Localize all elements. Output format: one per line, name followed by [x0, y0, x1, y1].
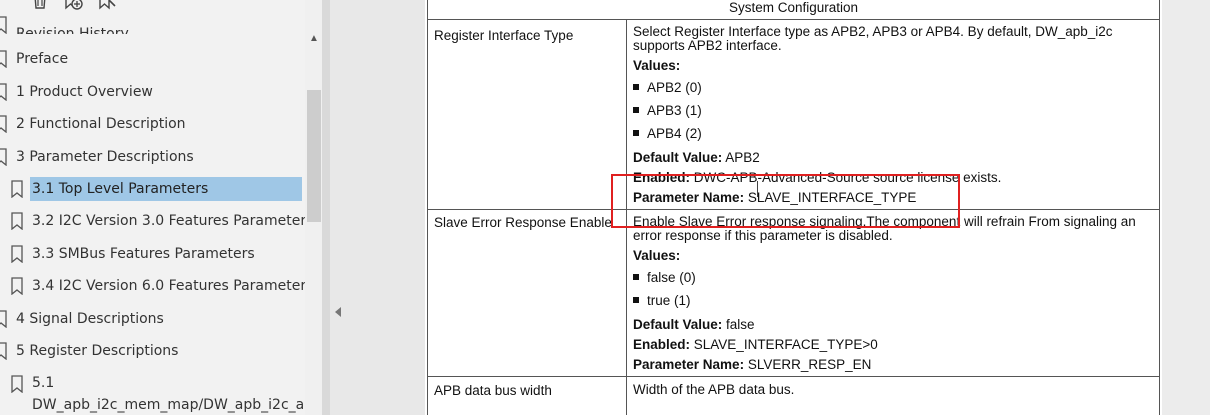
table-header-row: System Configuration	[427, 0, 1160, 20]
bookmark-smbus-features[interactable]: 3.3 SMBus Features Parameters	[10, 241, 255, 267]
bookmark-icon	[11, 212, 23, 230]
trash-icon[interactable]	[30, 0, 50, 10]
bookmark-i2c-v6-features[interactable]: 3.4 I2C Version 6.0 Features Parameters	[10, 273, 313, 299]
bookmark-icon	[0, 16, 7, 34]
bookmark-parameter-descriptions[interactable]: 3 Parameter Descriptions	[0, 144, 194, 170]
default-value: APB2	[725, 150, 760, 165]
enabled-line: Enabled: SLAVE_INTERFACE_TYPE>0	[633, 338, 1153, 352]
default-value: false	[726, 317, 755, 332]
parameter-name-line: Parameter Name: SLVERR_RESP_EN	[633, 358, 1153, 372]
parameter-name-value: SLVERR_RESP_EN	[747, 357, 872, 372]
table-row: APB data bus width Width of the APB data…	[427, 376, 1160, 415]
list-item: true (1)	[633, 289, 1153, 312]
parameter-description-cell: Width of the APB data bus.	[626, 376, 1160, 415]
bookmark-label: 3.4 I2C Version 6.0 Features Parameters	[32, 278, 314, 294]
bookmark-label: 3.1 Top Level Parameters	[30, 177, 302, 201]
bookmark-icon	[0, 115, 7, 133]
bookmark-functional-description[interactable]: 2 Functional Description	[0, 111, 186, 137]
bookmark-product-overview[interactable]: 1 Product Overview	[0, 79, 153, 105]
bookmark-icon	[11, 375, 23, 393]
bookmark-label: Preface	[16, 51, 69, 67]
list-item: APB2 (0)	[633, 76, 1153, 99]
values-label: Values:	[633, 58, 681, 73]
bookmark-label: 4 Signal Descriptions	[16, 311, 164, 327]
bookmark-label: 3.3 SMBus Features Parameters	[32, 246, 255, 262]
bookmark-i2c-v3-features[interactable]: 3.2 I2C Version 3.0 Features Parameters	[10, 208, 313, 234]
bookmark-label: 1 Product Overview	[16, 84, 153, 100]
default-value-line: Default Value: APB2	[633, 151, 1153, 165]
document-gutter	[330, 0, 425, 415]
bookmark-label: 5 Register Descriptions	[16, 343, 179, 359]
bookmark-icon	[0, 342, 7, 360]
bookmark-icon	[11, 277, 23, 295]
bookmark-revision-history[interactable]: Revision History	[0, 14, 129, 34]
bookmark-icon	[0, 148, 7, 166]
table-row: Slave Error Response Enable Enable Slave…	[427, 209, 1160, 377]
bookmark-register-descriptions[interactable]: 5 Register Descriptions	[0, 338, 178, 364]
list-item: false (0)	[633, 266, 1153, 289]
default-value-label: Default Value:	[633, 150, 723, 165]
document-margin	[1162, 0, 1210, 415]
bookmark-label: 2 Functional Description	[16, 116, 186, 132]
bookmark-label: Revision History	[16, 26, 129, 34]
list-item: APB3 (1)	[633, 99, 1153, 122]
parameter-name-cell: APB data bus width	[427, 376, 627, 415]
description-text: Width of the APB data bus.	[633, 382, 795, 397]
enabled-label: Enabled:	[633, 337, 691, 352]
collapse-panel-icon[interactable]	[335, 307, 341, 317]
parameter-description-cell: Enable Slave Error response signaling.Th…	[626, 209, 1160, 377]
values-label: Values:	[633, 248, 681, 263]
description-text: Select Register Interface type as APB2, …	[633, 24, 1113, 53]
bookmark-icon	[0, 50, 7, 68]
bookmark-icon	[11, 180, 23, 198]
bookmark-icon	[0, 83, 7, 101]
values-list: false (0) true (1)	[633, 266, 1153, 312]
enabled-value: SLAVE_INTERFACE_TYPE>0	[693, 337, 878, 352]
bookmark-signal-descriptions[interactable]: 4 Signal Descriptions	[0, 306, 164, 332]
bookmark-label: 5.1 DW_apb_i2c_mem_map/DW_apb_i2c_ad	[32, 375, 314, 413]
bookmark-icon	[0, 310, 7, 328]
table-header: System Configuration	[427, 0, 1160, 20]
bookmark-add-icon[interactable]	[63, 0, 83, 10]
bookmark-mem-map[interactable]: 5.1 DW_apb_i2c_mem_map/DW_apb_i2c_ad	[10, 372, 314, 415]
scroll-up-icon[interactable]: ▲	[309, 33, 319, 44]
values-list: APB2 (0) APB3 (1) APB4 (2)	[633, 76, 1153, 145]
parameter-name-cell: Slave Error Response Enable	[427, 209, 627, 377]
parameter-name-label: Parameter Name:	[633, 357, 745, 372]
bookmark-label: 3.2 I2C Version 3.0 Features Parameters	[32, 213, 314, 229]
default-value-label: Default Value:	[633, 317, 723, 332]
bookmark-label: 3 Parameter Descriptions	[16, 149, 194, 165]
panel-splitter[interactable]	[322, 0, 330, 415]
bookmarks-panel: Revision History Preface 1 Product Overv…	[0, 0, 322, 415]
highlight-annotation-box	[611, 174, 960, 228]
parameter-name-cell: Register Interface Type	[427, 19, 627, 210]
sidebar-scroll-thumb[interactable]	[307, 90, 321, 222]
bookmark-top-level-parameters[interactable]: 3.1 Top Level Parameters	[10, 176, 302, 202]
list-item: APB4 (2)	[633, 122, 1153, 145]
bookmark-preface[interactable]: Preface	[0, 46, 68, 72]
bookmark-icon	[11, 245, 23, 263]
default-value-line: Default Value: false	[633, 318, 1153, 332]
bookmark-search-icon[interactable]	[97, 0, 117, 10]
text-cursor	[757, 181, 758, 197]
